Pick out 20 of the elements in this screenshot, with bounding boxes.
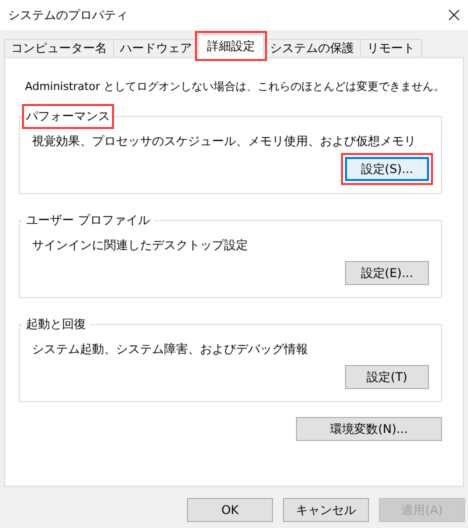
settings-button[interactable]: 設定(E)... bbox=[345, 261, 429, 285]
group-description: システム起動、システム障害、およびデバッグ情報 bbox=[32, 341, 309, 358]
settings-button[interactable]: 設定(S)... bbox=[345, 157, 429, 181]
window-title: システムのプロパティ bbox=[8, 6, 128, 24]
group-title: ユーザー プロファイル bbox=[26, 212, 150, 229]
tab[interactable]: 詳細設定 bbox=[198, 34, 264, 58]
tab[interactable]: コンピューター名 bbox=[4, 39, 114, 57]
group-description: サインインに関連したデスクトップ設定 bbox=[32, 237, 249, 254]
tab[interactable]: リモート bbox=[360, 39, 422, 57]
environment-variables-button[interactable]: 環境変数(N)... bbox=[296, 417, 442, 441]
group-description: 視覚効果、プロセッサのスケジュール、メモリ使用、および仮想メモリ bbox=[32, 133, 417, 150]
tab[interactable]: システムの保護 bbox=[263, 39, 361, 57]
dialog-button[interactable]: OK bbox=[187, 498, 273, 522]
close-icon[interactable] bbox=[448, 9, 460, 21]
notice-text: Administrator としてログオンしない場合は、これらのほとんどは変更できません。 bbox=[25, 79, 442, 94]
settings-button[interactable]: 設定(T) bbox=[345, 365, 429, 389]
dialog-button[interactable]: キャンセル bbox=[283, 498, 369, 522]
group-title: パフォーマンス bbox=[26, 108, 110, 125]
group-title: 起動と回復 bbox=[26, 316, 86, 333]
tab[interactable]: ハードウェア bbox=[113, 39, 199, 57]
